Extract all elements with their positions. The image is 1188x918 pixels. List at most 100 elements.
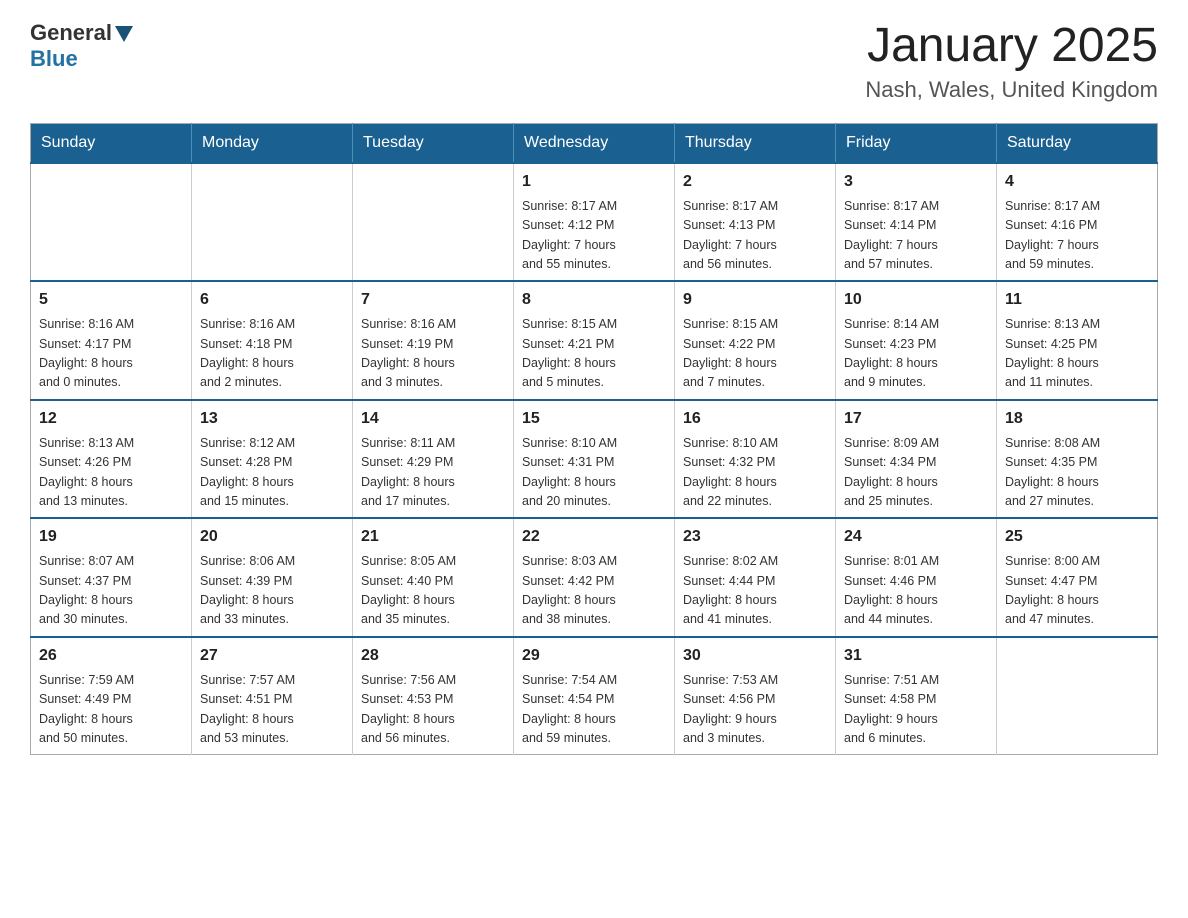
- day-info: Sunrise: 8:16 AM Sunset: 4:17 PM Dayligh…: [39, 315, 183, 393]
- day-info: Sunrise: 8:17 AM Sunset: 4:13 PM Dayligh…: [683, 197, 827, 275]
- day-number: 17: [844, 407, 988, 431]
- day-info: Sunrise: 8:10 AM Sunset: 4:31 PM Dayligh…: [522, 434, 666, 512]
- day-info: Sunrise: 8:09 AM Sunset: 4:34 PM Dayligh…: [844, 434, 988, 512]
- calendar-cell: 21 Sunrise: 8:05 AM Sunset: 4:40 PM Dayli…: [353, 518, 514, 637]
- day-number: 10: [844, 288, 988, 312]
- day-number: 9: [683, 288, 827, 312]
- day-number: 19: [39, 525, 183, 549]
- calendar-cell: 25Sunrise: 8:00 AM Sunset: 4:47 PM Dayli…: [997, 518, 1158, 637]
- day-number: 15: [522, 407, 666, 431]
- calendar-cell: 8 Sunrise: 8:15 AM Sunset: 4:21 PM Daylig…: [514, 281, 675, 400]
- calendar-cell: 2Sunrise: 8:17 AM Sunset: 4:13 PM Daylig…: [675, 163, 836, 282]
- day-number: 23: [683, 525, 827, 549]
- day-info: Sunrise: 8:11 AM Sunset: 4:29 PM Dayligh…: [361, 434, 505, 512]
- day-info: Sunrise: 7:57 AM Sunset: 4:51 PM Dayligh…: [200, 671, 344, 749]
- day-number: 11: [1005, 288, 1149, 312]
- calendar-cell: 7Sunrise: 8:16 AM Sunset: 4:19 PM Daylig…: [353, 281, 514, 400]
- weekday-header-saturday: Saturday: [997, 123, 1158, 163]
- day-info: Sunrise: 7:53 AM Sunset: 4:56 PM Dayligh…: [683, 671, 827, 749]
- day-info: Sunrise: 8:03 AM Sunset: 4:42 PM Dayligh…: [522, 552, 666, 630]
- weekday-header-friday: Friday: [836, 123, 997, 163]
- day-info: Sunrise: 8:10 AM Sunset: 4:32 PM Dayligh…: [683, 434, 827, 512]
- calendar-table: SundayMondayTuesdayWednesdayThursdayFrid…: [30, 123, 1158, 756]
- day-number: 13: [200, 407, 344, 431]
- calendar-cell: 13 Sunrise: 8:12 AM Sunset: 4:28 PM Dayli…: [192, 400, 353, 519]
- day-number: 16: [683, 407, 827, 431]
- calendar-cell: [192, 163, 353, 282]
- day-number: 18: [1005, 407, 1149, 431]
- calendar-week-row: 19 Sunrise: 8:07 AM Sunset: 4:37 PM Dayli…: [31, 518, 1158, 637]
- calendar-cell: 16 Sunrise: 8:10 AM Sunset: 4:32 PM Dayli…: [675, 400, 836, 519]
- calendar-cell: 20 Sunrise: 8:06 AM Sunset: 4:39 PM Dayli…: [192, 518, 353, 637]
- calendar-subtitle: Nash, Wales, United Kingdom: [865, 77, 1158, 103]
- day-info: Sunrise: 8:02 AM Sunset: 4:44 PM Dayligh…: [683, 552, 827, 630]
- day-number: 22: [522, 525, 666, 549]
- day-info: Sunrise: 7:59 AM Sunset: 4:49 PM Dayligh…: [39, 671, 183, 749]
- calendar-cell: 24Sunrise: 8:01 AM Sunset: 4:46 PM Dayli…: [836, 518, 997, 637]
- day-number: 30: [683, 644, 827, 668]
- day-number: 12: [39, 407, 183, 431]
- day-info: Sunrise: 8:16 AM Sunset: 4:18 PM Dayligh…: [200, 315, 344, 393]
- logo-general-text: General: [30, 20, 112, 46]
- day-info: Sunrise: 7:51 AM Sunset: 4:58 PM Dayligh…: [844, 671, 988, 749]
- day-info: Sunrise: 8:12 AM Sunset: 4:28 PM Dayligh…: [200, 434, 344, 512]
- calendar-cell: 31 Sunrise: 7:51 AM Sunset: 4:58 PM Dayli…: [836, 637, 997, 755]
- day-number: 6: [200, 288, 344, 312]
- logo-block: General Blue: [30, 20, 133, 72]
- day-info: Sunrise: 8:13 AM Sunset: 4:25 PM Dayligh…: [1005, 315, 1149, 393]
- day-info: Sunrise: 8:05 AM Sunset: 4:40 PM Dayligh…: [361, 552, 505, 630]
- calendar-cell: 18 Sunrise: 8:08 AM Sunset: 4:35 PM Dayli…: [997, 400, 1158, 519]
- weekday-header-monday: Monday: [192, 123, 353, 163]
- day-number: 21: [361, 525, 505, 549]
- calendar-cell: 14 Sunrise: 8:11 AM Sunset: 4:29 PM Dayli…: [353, 400, 514, 519]
- calendar-cell: 30 Sunrise: 7:53 AM Sunset: 4:56 PM Dayli…: [675, 637, 836, 755]
- day-info: Sunrise: 8:01 AM Sunset: 4:46 PM Dayligh…: [844, 552, 988, 630]
- day-number: 3: [844, 170, 988, 194]
- day-number: 25: [1005, 525, 1149, 549]
- calendar-cell: 3Sunrise: 8:17 AM Sunset: 4:14 PM Daylig…: [836, 163, 997, 282]
- day-info: Sunrise: 8:14 AM Sunset: 4:23 PM Dayligh…: [844, 315, 988, 393]
- weekday-header-sunday: Sunday: [31, 123, 192, 163]
- calendar-cell: 19 Sunrise: 8:07 AM Sunset: 4:37 PM Dayli…: [31, 518, 192, 637]
- day-info: Sunrise: 8:17 AM Sunset: 4:16 PM Dayligh…: [1005, 197, 1149, 275]
- day-number: 26: [39, 644, 183, 668]
- calendar-cell: 5 Sunrise: 8:16 AM Sunset: 4:17 PM Daylig…: [31, 281, 192, 400]
- page-header: General Blue January 2025 Nash, Wales, U…: [30, 20, 1158, 103]
- day-number: 31: [844, 644, 988, 668]
- calendar-cell: 11 Sunrise: 8:13 AM Sunset: 4:25 PM Dayli…: [997, 281, 1158, 400]
- day-info: Sunrise: 8:15 AM Sunset: 4:22 PM Dayligh…: [683, 315, 827, 393]
- calendar-cell: 23 Sunrise: 8:02 AM Sunset: 4:44 PM Dayli…: [675, 518, 836, 637]
- calendar-cell: [31, 163, 192, 282]
- calendar-week-row: 1Sunrise: 8:17 AM Sunset: 4:12 PM Daylig…: [31, 163, 1158, 282]
- logo-blue-text: Blue: [30, 46, 133, 72]
- day-number: 4: [1005, 170, 1149, 194]
- day-info: Sunrise: 8:15 AM Sunset: 4:21 PM Dayligh…: [522, 315, 666, 393]
- day-number: 28: [361, 644, 505, 668]
- day-info: Sunrise: 8:08 AM Sunset: 4:35 PM Dayligh…: [1005, 434, 1149, 512]
- calendar-cell: 17 Sunrise: 8:09 AM Sunset: 4:34 PM Dayli…: [836, 400, 997, 519]
- weekday-header-thursday: Thursday: [675, 123, 836, 163]
- day-number: 8: [522, 288, 666, 312]
- day-number: 27: [200, 644, 344, 668]
- calendar-week-row: 12Sunrise: 8:13 AM Sunset: 4:26 PM Dayli…: [31, 400, 1158, 519]
- calendar-cell: 12Sunrise: 8:13 AM Sunset: 4:26 PM Dayli…: [31, 400, 192, 519]
- calendar-cell: 1Sunrise: 8:17 AM Sunset: 4:12 PM Daylig…: [514, 163, 675, 282]
- day-info: Sunrise: 8:16 AM Sunset: 4:19 PM Dayligh…: [361, 315, 505, 393]
- calendar-cell: 10 Sunrise: 8:14 AM Sunset: 4:23 PM Dayli…: [836, 281, 997, 400]
- day-info: Sunrise: 8:06 AM Sunset: 4:39 PM Dayligh…: [200, 552, 344, 630]
- calendar-cell: 9 Sunrise: 8:15 AM Sunset: 4:22 PM Daylig…: [675, 281, 836, 400]
- calendar-cell: [997, 637, 1158, 755]
- day-number: 20: [200, 525, 344, 549]
- weekday-header-tuesday: Tuesday: [353, 123, 514, 163]
- calendar-cell: 4 Sunrise: 8:17 AM Sunset: 4:16 PM Daylig…: [997, 163, 1158, 282]
- day-number: 5: [39, 288, 183, 312]
- day-number: 14: [361, 407, 505, 431]
- day-info: Sunrise: 8:17 AM Sunset: 4:12 PM Dayligh…: [522, 197, 666, 275]
- weekday-header-row: SundayMondayTuesdayWednesdayThursdayFrid…: [31, 123, 1158, 163]
- calendar-cell: 22 Sunrise: 8:03 AM Sunset: 4:42 PM Dayli…: [514, 518, 675, 637]
- calendar-week-row: 26 Sunrise: 7:59 AM Sunset: 4:49 PM Dayli…: [31, 637, 1158, 755]
- calendar-cell: [353, 163, 514, 282]
- day-info: Sunrise: 8:07 AM Sunset: 4:37 PM Dayligh…: [39, 552, 183, 630]
- calendar-title: January 2025: [865, 20, 1158, 73]
- weekday-header-wednesday: Wednesday: [514, 123, 675, 163]
